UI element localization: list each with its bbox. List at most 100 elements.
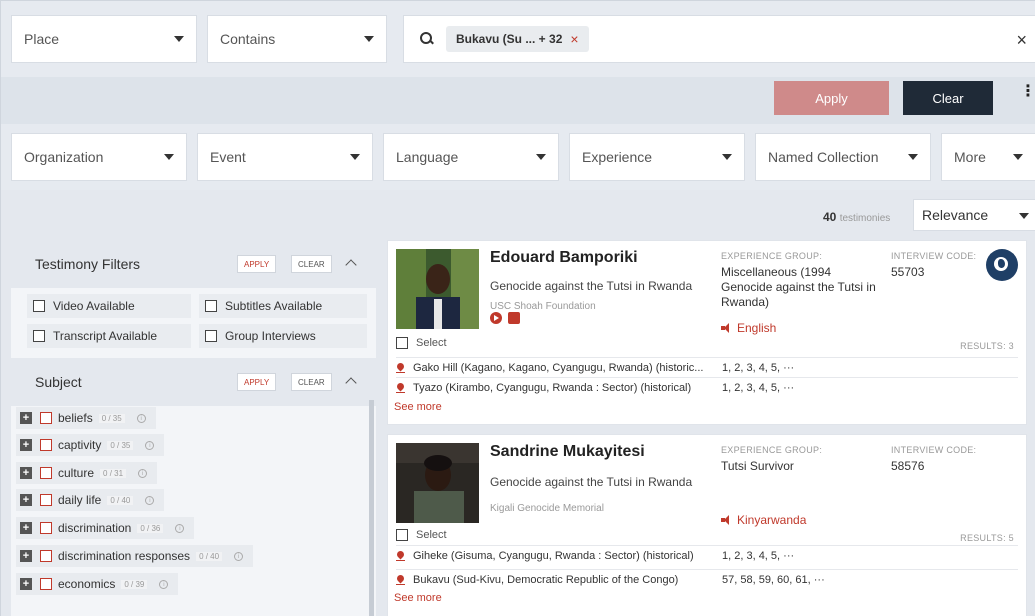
info-icon[interactable]: i — [136, 413, 146, 423]
select-checkbox[interactable]: Select — [396, 337, 447, 349]
checkbox[interactable] — [396, 337, 408, 349]
location-row[interactable]: Gako Hill (Kagano, Kagano, Cyangugu, Rwa… — [396, 357, 1018, 377]
checkbox[interactable] — [40, 578, 52, 590]
select-label: Select — [416, 529, 447, 541]
option-label: Video Available — [53, 299, 135, 313]
testimony-filters-apply-button[interactable]: APPLY — [237, 255, 277, 273]
filter-language[interactable]: Language — [383, 133, 559, 181]
subject-item-culture[interactable]: + culture 0 / 31 i — [16, 462, 158, 484]
segment-links[interactable]: 1, 2, 3, 4, 5, ··· — [722, 362, 794, 374]
testimony-card[interactable]: Sandrine Mukayitesi Genocide against the… — [387, 434, 1027, 616]
info-icon[interactable]: i — [175, 523, 185, 533]
see-more-link[interactable]: See more — [394, 401, 442, 413]
checkbox[interactable] — [40, 412, 52, 424]
field-select[interactable]: Place — [11, 15, 197, 63]
see-more-link[interactable]: See more — [394, 592, 442, 604]
subject-item-discrimination-responses[interactable]: + discrimination responses 0 / 40 i — [16, 545, 254, 567]
subject-clear-button[interactable]: CLEAR — [291, 373, 332, 391]
expand-icon[interactable]: + — [20, 522, 32, 534]
filter-transcript-available[interactable]: Transcript Available — [27, 324, 191, 348]
testimony-thumbnail[interactable] — [396, 249, 479, 329]
sort-select[interactable]: Relevance — [913, 199, 1035, 231]
checkbox[interactable] — [40, 439, 52, 451]
play-icon[interactable] — [490, 312, 502, 324]
subject-scrollbar[interactable] — [369, 400, 374, 616]
testimony-language: Kinyarwanda — [721, 513, 806, 527]
checkbox[interactable] — [40, 522, 52, 534]
operator-select[interactable]: Contains — [207, 15, 387, 63]
interview-code-label: INTERVIEW CODE: — [891, 445, 977, 455]
testimony-name[interactable]: Edouard Bamporiki — [490, 249, 638, 267]
expand-icon[interactable]: + — [20, 412, 32, 424]
checkbox[interactable] — [40, 494, 52, 506]
checkbox[interactable] — [205, 330, 217, 342]
subject-header[interactable]: Subject APPLY CLEAR — [11, 358, 376, 406]
testimony-card[interactable]: Edouard Bamporiki Genocide against the T… — [387, 240, 1027, 425]
filter-subtitles-available[interactable]: Subtitles Available — [199, 294, 367, 318]
subject-item-beliefs[interactable]: + beliefs 0 / 35 i — [16, 407, 156, 429]
apply-button[interactable]: Apply — [774, 81, 889, 115]
segment-links[interactable]: 57, 58, 59, 60, 61, ··· — [722, 574, 825, 586]
info-icon[interactable]: i — [145, 495, 155, 505]
info-icon[interactable]: i — [234, 551, 244, 561]
location-pin-icon — [396, 575, 405, 585]
results-count-value: 40 — [823, 210, 837, 224]
expand-icon[interactable]: + — [20, 494, 32, 506]
interview-code-value: 58576 — [891, 459, 925, 473]
subject-item-captivity[interactable]: + captivity 0 / 35 i — [16, 434, 165, 456]
select-checkbox[interactable]: Select — [396, 529, 447, 541]
testimony-filters-clear-button[interactable]: CLEAR — [291, 255, 332, 273]
testimony-event: Genocide against the Tutsi in Rwanda — [490, 475, 693, 489]
search-chip[interactable]: Bukavu (Su ... + 32 × — [446, 26, 589, 52]
language-label: Kinyarwanda — [737, 513, 807, 527]
info-icon[interactable]: i — [138, 468, 148, 478]
testimony-name[interactable]: Sandrine Mukayitesi — [490, 443, 645, 461]
checkbox[interactable] — [33, 300, 45, 312]
search-icon — [420, 32, 434, 46]
subject-count: 0 / 31 — [100, 468, 127, 478]
expand-icon[interactable]: + — [20, 550, 32, 562]
segment-links[interactable]: 1, 2, 3, 4, 5, ··· — [722, 550, 794, 562]
segment-links[interactable]: 1, 2, 3, 4, 5, ··· — [722, 382, 794, 394]
filter-experience[interactable]: Experience — [569, 133, 745, 181]
checkbox[interactable] — [40, 467, 52, 479]
subject-title: Subject — [35, 374, 82, 390]
filter-group-interviews[interactable]: Group Interviews — [199, 324, 367, 348]
chevron-up-icon[interactable] — [345, 259, 357, 271]
filter-label: Organization — [24, 149, 104, 165]
close-icon[interactable]: × — [1016, 30, 1027, 51]
testimony-thumbnail[interactable] — [396, 443, 479, 523]
chevron-up-icon[interactable] — [345, 377, 357, 389]
subject-apply-button[interactable]: APPLY — [237, 373, 277, 391]
filter-named-collection[interactable]: Named Collection — [755, 133, 931, 181]
search-input[interactable]: Bukavu (Su ... + 32 × × — [403, 15, 1035, 63]
globe-icon[interactable] — [986, 249, 1018, 281]
option-label: Transcript Available — [53, 329, 158, 343]
checkbox[interactable] — [33, 330, 45, 342]
checkbox[interactable] — [205, 300, 217, 312]
filter-event[interactable]: Event — [197, 133, 373, 181]
location-row[interactable]: Bukavu (Sud-Kivu, Democratic Republic of… — [396, 569, 1018, 589]
info-icon[interactable]: i — [159, 579, 169, 589]
info-icon[interactable]: i — [145, 440, 155, 450]
testimony-language: English — [721, 321, 776, 335]
subject-item-discrimination[interactable]: + discrimination 0 / 36 i — [16, 517, 195, 539]
more-options-icon[interactable]: ⋮ — [1020, 84, 1035, 100]
chevron-down-icon — [174, 36, 184, 42]
clear-button[interactable]: Clear — [903, 81, 993, 115]
location-row[interactable]: Tyazo (Kirambo, Cyangugu, Rwanda : Secto… — [396, 377, 1018, 397]
checkbox[interactable] — [396, 529, 408, 541]
filter-more[interactable]: More — [941, 133, 1035, 181]
subject-item-economics[interactable]: + economics 0 / 39 i — [16, 573, 179, 595]
expand-icon[interactable]: + — [20, 578, 32, 590]
checkbox[interactable] — [40, 550, 52, 562]
filter-video-available[interactable]: Video Available — [27, 294, 191, 318]
filter-organization[interactable]: Organization — [11, 133, 187, 181]
chip-remove-icon[interactable]: × — [570, 31, 578, 47]
location-row[interactable]: Giheke (Gisuma, Cyangugu, Rwanda : Secto… — [396, 545, 1018, 565]
expand-icon[interactable]: + — [20, 439, 32, 451]
expand-icon[interactable]: + — [20, 467, 32, 479]
subject-item-daily-life[interactable]: + daily life 0 / 40 i — [16, 489, 165, 511]
subject-count: 0 / 35 — [107, 440, 134, 450]
testimony-filters-header[interactable]: Testimony Filters APPLY CLEAR — [11, 240, 376, 288]
